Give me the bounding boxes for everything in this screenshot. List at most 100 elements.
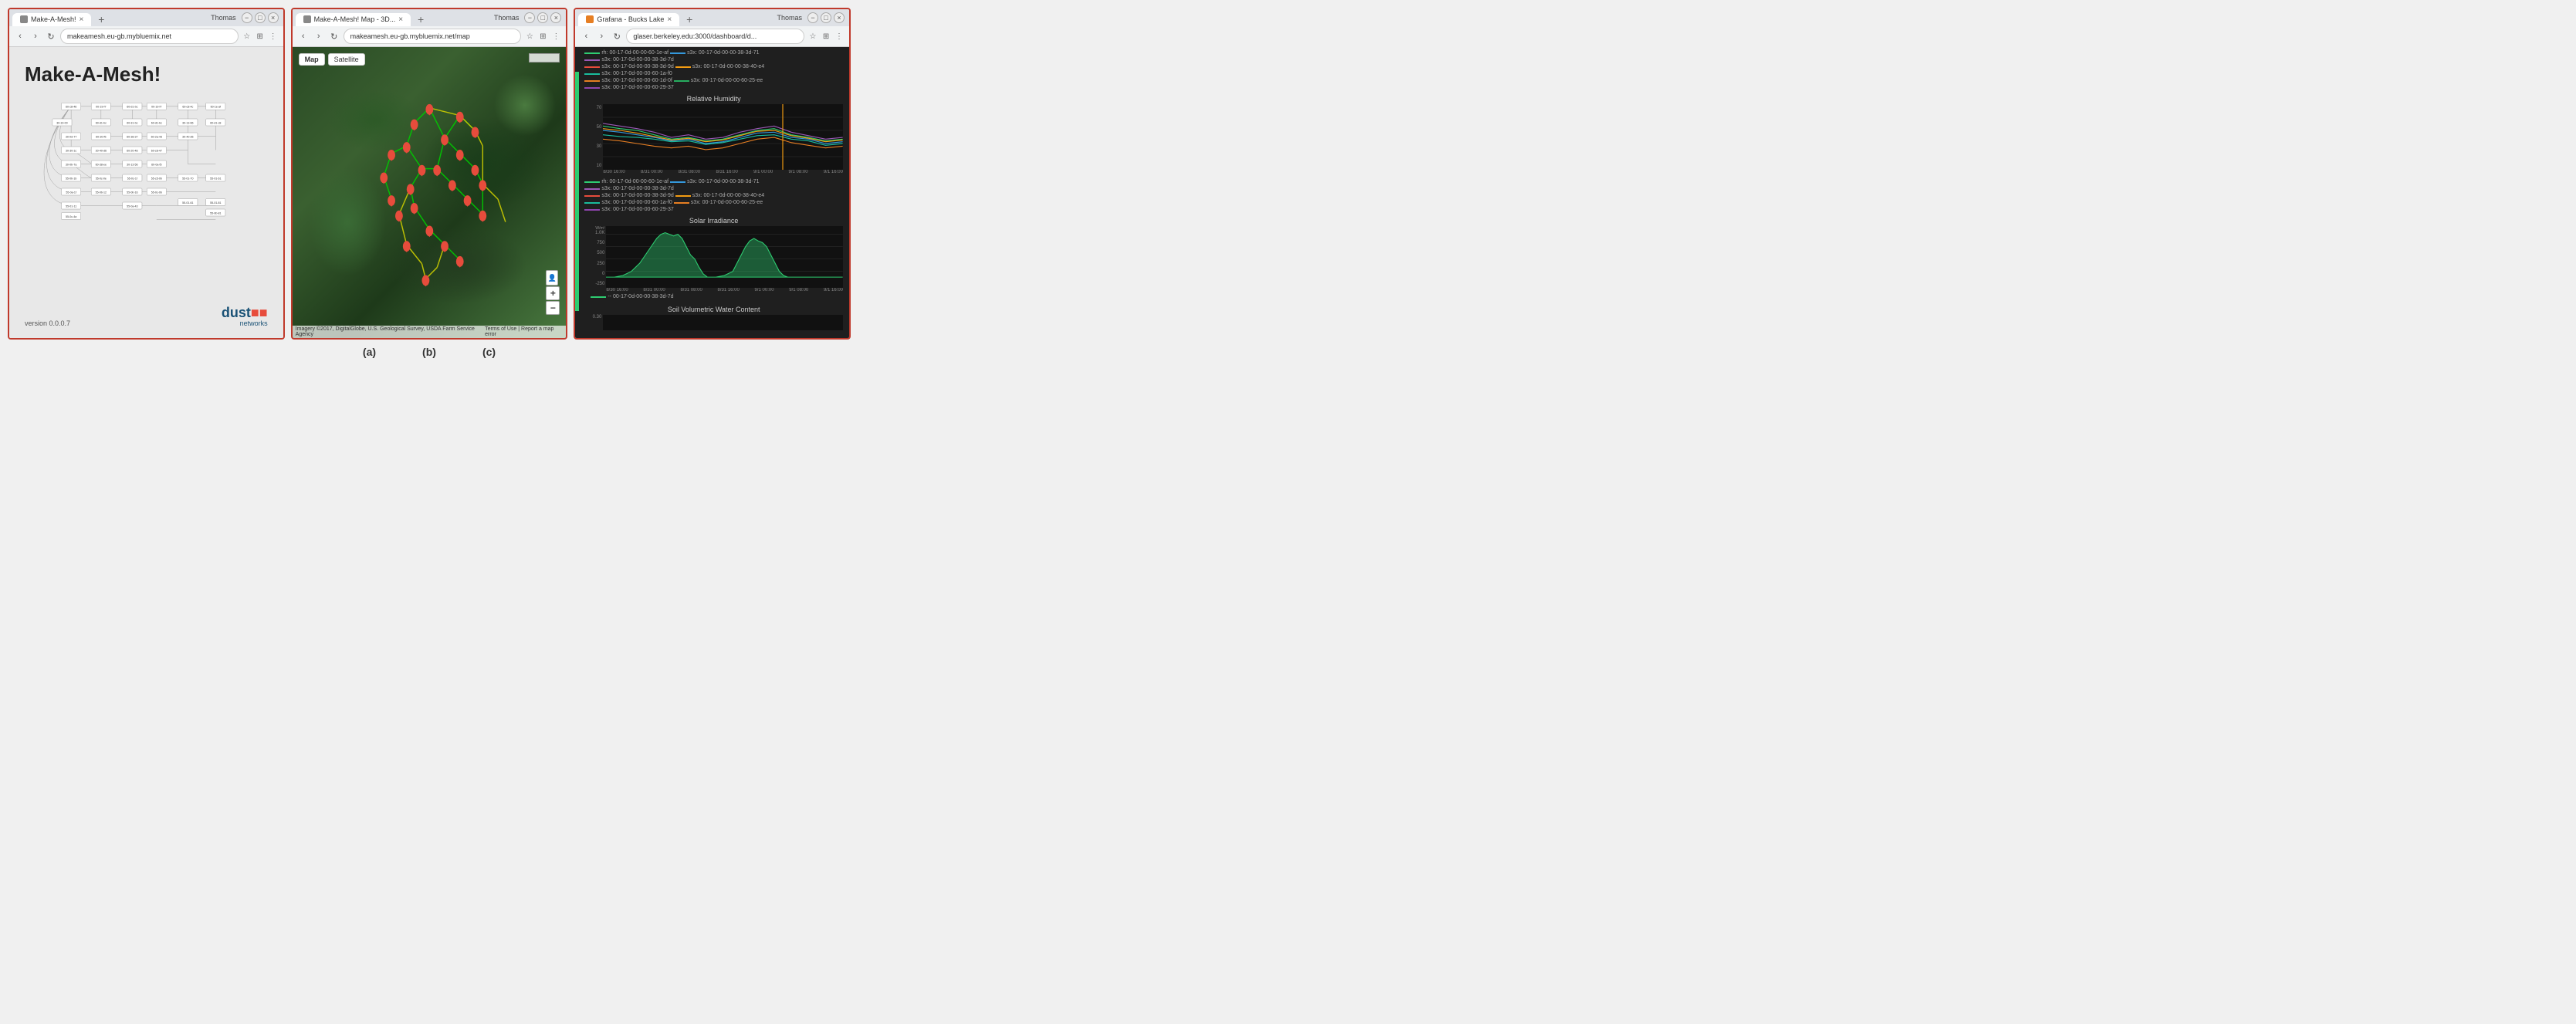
tab-close-b[interactable]: × bbox=[398, 15, 403, 24]
legend-c2-color-s6 bbox=[674, 202, 689, 204]
svg-text:60-d1-bc: 60-d1-bc bbox=[127, 106, 137, 109]
back-btn-a[interactable]: ‹ bbox=[14, 30, 26, 42]
browser-window-a: Make-A-Mesh! × + Thomas − □ × ‹ › ↻ make… bbox=[8, 8, 285, 340]
new-tab-btn-c[interactable]: + bbox=[682, 12, 696, 26]
solar-y-0: 0 bbox=[602, 272, 604, 276]
solar-x6: 9/1 08:00 bbox=[789, 288, 808, 292]
tab-close-a[interactable]: × bbox=[80, 15, 84, 24]
tab-grafana[interactable]: Grafana - Bucks Lake × bbox=[578, 13, 679, 26]
svg-text:55-0c-0e: 55-0c-0e bbox=[96, 177, 107, 180]
svg-text:55-01-70: 55-01-70 bbox=[182, 177, 193, 180]
chart-rh-yaxis: 70 50 30 10 bbox=[584, 104, 603, 170]
legend-c2-text-s3: s3x: 00-17-0d-00-00-38-3d-9d bbox=[601, 193, 673, 198]
legend-c2-text-s6: s3x: 00-17-0d-00-00-60-25-ee bbox=[691, 200, 763, 205]
extensions-btn-b[interactable]: ⊞ bbox=[537, 31, 548, 42]
legend-c2-text-s1: s3x: 00-17-0d-00-00-38-3d-71 bbox=[687, 179, 759, 184]
tab-bar-a: Make-A-Mesh! × + bbox=[9, 9, 111, 26]
toolbar-actions-c: ☆ ⊞ ⋮ bbox=[807, 31, 845, 42]
maximize-btn-c[interactable]: □ bbox=[821, 12, 831, 23]
solar-x2: 8/31 00:00 bbox=[643, 288, 665, 292]
screenshots-row: Make-A-Mesh! × + Thomas − □ × ‹ › ↻ make… bbox=[8, 8, 851, 340]
tab-map[interactable]: Make-A-Mesh! Map - 3D... × bbox=[296, 13, 411, 26]
map-btn-satellite[interactable]: Satellite bbox=[328, 53, 365, 66]
solar-legend: -- 00-17-0d-00-00-38-3d-7d bbox=[591, 294, 843, 299]
tab-row-b: Make-A-Mesh! Map - 3D... × + Thomas − □ … bbox=[293, 9, 567, 26]
legend-row-3: s3x: 00-17-0d-00-00-60-1d-0f s3x: 00-17-… bbox=[584, 78, 846, 90]
legend-text-s3: s3x: 00-17-0d-00-00-38-3d-9d bbox=[601, 64, 673, 69]
legend-color-s4 bbox=[675, 66, 691, 68]
browser-content-c: rh: 00-17-0d-00-00-60-1e-af s3x: 00-17-0… bbox=[575, 47, 849, 338]
svg-text:55-0a-1f: 55-0a-1f bbox=[66, 191, 76, 194]
map-btn-map[interactable]: Map bbox=[299, 53, 325, 66]
minimize-btn-a[interactable]: − bbox=[242, 12, 252, 23]
svg-text:55-01-61: 55-01-61 bbox=[182, 201, 193, 204]
tab-title-a: Make-A-Mesh! bbox=[31, 15, 76, 23]
legend-c2-color-s2 bbox=[584, 188, 600, 190]
address-bar-b[interactable]: makeamesh.eu-gb.mybluemix.net/map bbox=[344, 29, 522, 44]
star-btn-c[interactable]: ☆ bbox=[807, 31, 818, 42]
svg-text:30-40-d6: 30-40-d6 bbox=[96, 149, 107, 152]
svg-text:60-2a-4d: 60-2a-4d bbox=[151, 135, 162, 138]
close-btn-b[interactable]: × bbox=[550, 12, 561, 23]
refresh-btn-b[interactable]: ↻ bbox=[328, 30, 340, 42]
legend-color-s3 bbox=[584, 66, 600, 68]
legend-c2-s4: s3x: 00-17-0d-00-00-38-40-e4 bbox=[675, 193, 764, 198]
legend-text-s2: s3x: 00-17-0d-00-00-38-3d-7d bbox=[601, 57, 673, 63]
svg-text:30-0b-7a: 30-0b-7a bbox=[66, 163, 76, 166]
tab-favicon-c bbox=[586, 15, 594, 23]
legend-c2-text-s2: s3x: 00-17-0d-00-00-38-3d-7d bbox=[601, 186, 673, 191]
network-svg: 60-c8-46 00-19-f7 60-d1-bc 00-19-f7 bbox=[17, 91, 276, 230]
new-tab-btn-a[interactable]: + bbox=[94, 12, 108, 26]
legend-item-rh: rh: 00-17-0d-00-00-60-1e-af bbox=[584, 50, 669, 56]
refresh-btn-c[interactable]: ↻ bbox=[611, 30, 623, 42]
tab-close-c[interactable]: × bbox=[667, 15, 672, 24]
legend-c2-color-rh bbox=[584, 181, 600, 183]
menu-btn-a[interactable]: ⋮ bbox=[268, 31, 279, 42]
address-bar-c[interactable]: glaser.berkeley.edu:3000/dashboard/d... bbox=[626, 29, 804, 44]
chart-rh-title: Relative Humidity bbox=[584, 93, 843, 104]
x-label-91-00: 9/1 00:00 bbox=[753, 170, 773, 174]
solar-x4: 8/31 16:00 bbox=[717, 288, 739, 292]
zoom-in-btn[interactable]: + bbox=[546, 286, 560, 300]
x-label-91-08: 9/1 08:00 bbox=[789, 170, 808, 174]
tab-title-c: Grafana - Bucks Lake bbox=[597, 15, 664, 23]
maximize-btn-b[interactable]: □ bbox=[537, 12, 548, 23]
toolbar-actions-a: ☆ ⊞ ⋮ bbox=[242, 31, 279, 42]
menu-btn-c[interactable]: ⋮ bbox=[834, 31, 845, 42]
browser-header-a: Make-A-Mesh! × + Thomas − □ × ‹ › ↻ make… bbox=[9, 9, 283, 47]
refresh-btn-a[interactable]: ↻ bbox=[45, 30, 57, 42]
close-btn-c[interactable]: × bbox=[834, 12, 845, 23]
back-btn-b[interactable]: ‹ bbox=[297, 30, 310, 42]
legend-item-s6: s3x: 00-17-0d-00-00-60-1d-0f bbox=[584, 78, 672, 83]
legend-color-s6 bbox=[584, 80, 600, 82]
forward-btn-c[interactable]: › bbox=[595, 30, 608, 42]
legend-item-s2: s3x: 00-17-0d-00-00-38-3d-7d bbox=[584, 57, 673, 63]
maximize-btn-a[interactable]: □ bbox=[255, 12, 266, 23]
forward-btn-b[interactable]: › bbox=[313, 30, 325, 42]
extensions-btn-c[interactable]: ⊞ bbox=[821, 31, 831, 42]
browser-content-a: Make-A-Mesh! bbox=[9, 47, 283, 338]
chart-solar-area: W/m² 1.0K 750 500 250 0 -250 bbox=[584, 226, 843, 288]
solar-y-neg250: -250 bbox=[595, 282, 604, 286]
browser-header-b: Make-A-Mesh! Map - 3D... × + Thomas − □ … bbox=[293, 9, 567, 47]
chart-solar-plot bbox=[606, 226, 843, 288]
new-tab-btn-b[interactable]: + bbox=[414, 12, 428, 26]
minimize-btn-c[interactable]: − bbox=[807, 12, 818, 23]
menu-btn-b[interactable]: ⋮ bbox=[550, 31, 561, 42]
chart-rh-plot bbox=[603, 104, 843, 170]
minimize-btn-b[interactable]: − bbox=[524, 12, 535, 23]
forward-btn-a[interactable]: › bbox=[29, 30, 42, 42]
close-btn-a[interactable]: × bbox=[268, 12, 279, 23]
legend-c2-s5: s3x: 00-17-0d-00-00-60-1a-f0 bbox=[584, 200, 672, 205]
star-btn-b[interactable]: ☆ bbox=[524, 31, 535, 42]
chart-solar-svg bbox=[606, 226, 843, 288]
extensions-btn-a[interactable]: ⊞ bbox=[255, 31, 266, 42]
legend-color-s7 bbox=[674, 80, 689, 82]
tab-make-a-mesh[interactable]: Make-A-Mesh! × bbox=[12, 13, 91, 26]
star-btn-a[interactable]: ☆ bbox=[242, 31, 252, 42]
svg-text:30-19-00: 30-19-00 bbox=[56, 121, 67, 124]
x-label-91-16: 9/1 16:00 bbox=[824, 170, 843, 174]
address-bar-a[interactable]: makeamesh.eu-gb.mybluemix.net bbox=[60, 29, 239, 44]
back-btn-c[interactable]: ‹ bbox=[580, 30, 592, 42]
zoom-out-btn[interactable]: − bbox=[546, 301, 560, 315]
